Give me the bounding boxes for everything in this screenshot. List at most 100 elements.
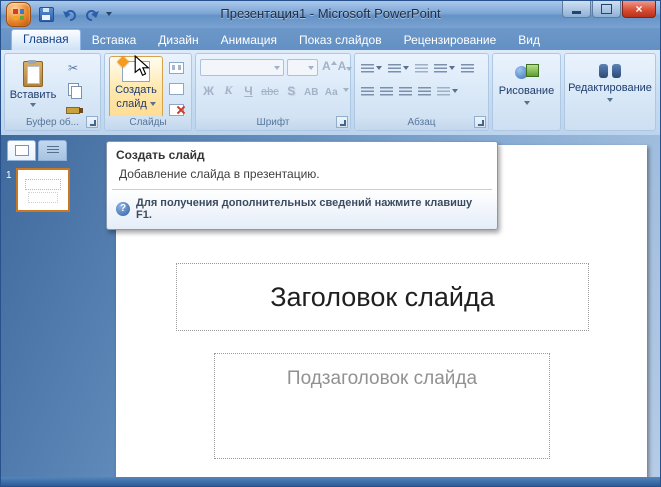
underline-button[interactable]: Ч xyxy=(240,81,257,98)
numbering-button[interactable] xyxy=(386,59,411,77)
strikethrough-button[interactable]: abc xyxy=(260,81,280,98)
character-spacing-button[interactable]: АВ xyxy=(303,81,320,98)
columns-icon xyxy=(437,86,450,96)
bullets-icon xyxy=(361,63,374,73)
maximize-icon xyxy=(601,4,612,14)
qat-customize-arrow-icon[interactable] xyxy=(106,12,112,16)
font-group: А А Ж К Ч abc S АВ Аа Шрифт xyxy=(195,53,353,131)
bold-button[interactable]: Ж xyxy=(200,81,217,98)
align-left-button[interactable] xyxy=(359,82,376,100)
help-icon: ? xyxy=(116,202,130,216)
tab-view[interactable]: Вид xyxy=(507,30,551,50)
outline-panel-tab[interactable] xyxy=(38,140,67,161)
undo-button[interactable] xyxy=(60,5,78,23)
line-spacing-icon xyxy=(434,63,447,73)
title-bar: Презентация1 - Microsoft PowerPoint × xyxy=(1,1,660,28)
editing-dropdown-arrow-icon xyxy=(607,98,613,102)
powerpoint-window: Презентация1 - Microsoft PowerPoint × Гл… xyxy=(0,0,661,487)
decrease-indent-icon xyxy=(415,63,428,73)
office-button[interactable] xyxy=(6,2,31,27)
tab-insert[interactable]: Вставка xyxy=(81,30,148,50)
window-controls: × xyxy=(562,1,656,18)
office-logo-cell xyxy=(19,15,24,20)
clipboard-group: Вставить ✂ Буфер об... xyxy=(4,53,101,131)
slide-thumbnail[interactable] xyxy=(15,168,70,212)
office-logo-cell xyxy=(19,9,24,14)
italic-button[interactable]: К xyxy=(220,81,237,98)
shrink-font-button[interactable]: А xyxy=(338,59,353,73)
delete-slide-icon xyxy=(168,104,184,116)
office-logo-cell xyxy=(13,9,18,14)
align-center-button[interactable] xyxy=(378,82,395,100)
drawing-button[interactable]: Рисование xyxy=(496,57,557,135)
format-painter-icon xyxy=(66,106,83,114)
minimize-button[interactable] xyxy=(562,1,591,18)
slides-group-label: Слайды xyxy=(105,116,191,130)
text-direction-button[interactable] xyxy=(459,59,476,77)
maximize-button[interactable] xyxy=(592,1,621,18)
editing-group: Редактирование xyxy=(564,53,656,131)
subtitle-placeholder[interactable]: Подзаголовок слайда xyxy=(214,353,550,459)
justify-button[interactable] xyxy=(416,82,433,100)
decrease-indent-button[interactable] xyxy=(413,59,430,77)
line-spacing-dropdown-arrow-icon xyxy=(449,66,455,70)
shapes-icon xyxy=(514,64,539,81)
paste-dropdown-arrow-icon xyxy=(30,103,36,107)
cut-button[interactable]: ✂ xyxy=(63,59,83,77)
clipboard-mini-buttons: ✂ xyxy=(63,59,83,119)
new-slide-tooltip: Создать слайд Добавление слайда в презен… xyxy=(106,141,498,230)
font-group-label: Шрифт xyxy=(196,116,350,130)
line-spacing-button[interactable] xyxy=(432,59,457,77)
slides-group: Создать слайд Слайды xyxy=(104,53,192,131)
copy-icon xyxy=(67,82,82,99)
paste-button[interactable]: Вставить xyxy=(9,57,57,122)
tab-animation[interactable]: Анимация xyxy=(210,30,288,50)
align-right-button[interactable] xyxy=(397,82,414,100)
clipboard-dialog-launcher[interactable] xyxy=(86,116,98,128)
justify-icon xyxy=(418,86,431,96)
slide-layout-button[interactable] xyxy=(166,59,186,77)
reset-slide-button[interactable] xyxy=(166,80,186,98)
font-name-combo[interactable] xyxy=(200,59,284,76)
drawing-dropdown-arrow-icon xyxy=(523,101,530,105)
minimize-icon xyxy=(572,10,581,14)
font-size-dropdown-arrow-icon xyxy=(308,66,314,70)
new-slide-label-line2: слайд xyxy=(116,98,147,110)
bullets-button[interactable] xyxy=(359,59,384,77)
tab-slideshow[interactable]: Показ слайдов xyxy=(288,30,393,50)
editing-button[interactable]: Редактирование xyxy=(568,57,652,135)
slides-panel-tab[interactable] xyxy=(7,140,36,161)
columns-dropdown-arrow-icon xyxy=(452,89,458,93)
copy-button[interactable] xyxy=(63,80,83,99)
close-button[interactable]: × xyxy=(622,1,656,18)
redo-button[interactable] xyxy=(83,5,101,23)
paste-label: Вставить xyxy=(9,89,57,101)
tooltip-title: Создать слайд xyxy=(116,148,205,162)
tab-home[interactable]: Главная xyxy=(11,29,81,50)
align-right-icon xyxy=(399,86,412,96)
tab-design[interactable]: Дизайн xyxy=(147,30,209,50)
tooltip-help-text: Для получения дополнительных сведений на… xyxy=(136,197,473,221)
columns-button[interactable] xyxy=(435,82,460,100)
paragraph-group-label: Абзац xyxy=(355,116,488,130)
office-logo-cell xyxy=(13,15,18,20)
paragraph-group: Абзац xyxy=(354,53,489,131)
save-button[interactable] xyxy=(37,5,55,23)
save-icon xyxy=(38,6,54,22)
title-placeholder[interactable]: Заголовок слайда xyxy=(176,263,589,331)
binoculars-icon xyxy=(599,64,621,78)
slides-mini-buttons xyxy=(166,59,186,119)
text-direction-icon xyxy=(461,63,474,73)
align-left-icon xyxy=(361,86,374,96)
font-dialog-launcher[interactable] xyxy=(336,116,348,128)
text-shadow-button[interactable]: S xyxy=(283,81,300,98)
tab-review[interactable]: Рецензирование xyxy=(393,30,508,50)
grow-font-button[interactable]: А xyxy=(322,59,337,73)
font-size-combo[interactable] xyxy=(287,59,318,76)
editing-label: Редактирование xyxy=(568,82,652,94)
ribbon: Вставить ✂ Буфер об... Создать слайд Сла… xyxy=(1,50,660,136)
slide-layout-icon xyxy=(168,62,184,74)
reset-slide-icon xyxy=(168,83,184,95)
paragraph-dialog-launcher[interactable] xyxy=(474,116,486,128)
change-case-button[interactable]: Аа xyxy=(323,81,340,98)
